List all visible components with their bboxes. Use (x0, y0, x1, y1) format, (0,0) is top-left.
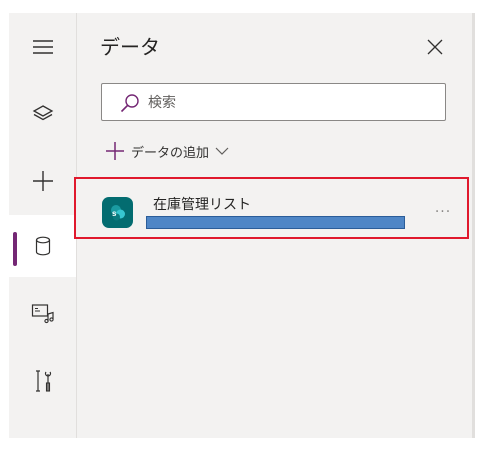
insert-button[interactable] (9, 150, 76, 212)
left-nav-rail (9, 13, 77, 438)
search-icon (120, 94, 139, 113)
svg-text:s: s (112, 209, 117, 218)
layers-icon (32, 105, 53, 121)
plus-icon (32, 171, 53, 191)
menu-button[interactable] (9, 16, 76, 78)
tools-button[interactable] (9, 350, 76, 412)
database-icon (35, 236, 50, 256)
add-data-button[interactable]: データの追加 (105, 139, 229, 163)
data-button[interactable] (9, 215, 76, 277)
scrollbar-edge (472, 13, 475, 438)
sharepoint-icon: s (102, 197, 133, 228)
active-indicator (13, 232, 17, 266)
redaction-bar (146, 216, 405, 229)
panel-title: データ (100, 35, 160, 59)
more-options-button[interactable]: ... (432, 197, 454, 219)
data-source-item[interactable]: s 在庫管理リスト ... (74, 177, 469, 239)
media-button[interactable] (9, 282, 76, 344)
add-data-label: データの追加 (131, 145, 210, 161)
data-pane: データ データの追加 s 在庫管理リスト (9, 13, 475, 438)
plus-icon (106, 142, 124, 160)
close-button[interactable] (423, 35, 447, 59)
hamburger-icon (32, 40, 53, 54)
tools-icon (35, 370, 51, 392)
tree-view-button[interactable] (9, 83, 76, 145)
search-input[interactable] (146, 88, 440, 118)
data-source-name: 在庫管理リスト (153, 197, 251, 213)
search-box[interactable] (101, 83, 446, 121)
close-icon (427, 39, 443, 55)
chevron-down-icon (215, 147, 229, 155)
media-icon (31, 304, 54, 324)
